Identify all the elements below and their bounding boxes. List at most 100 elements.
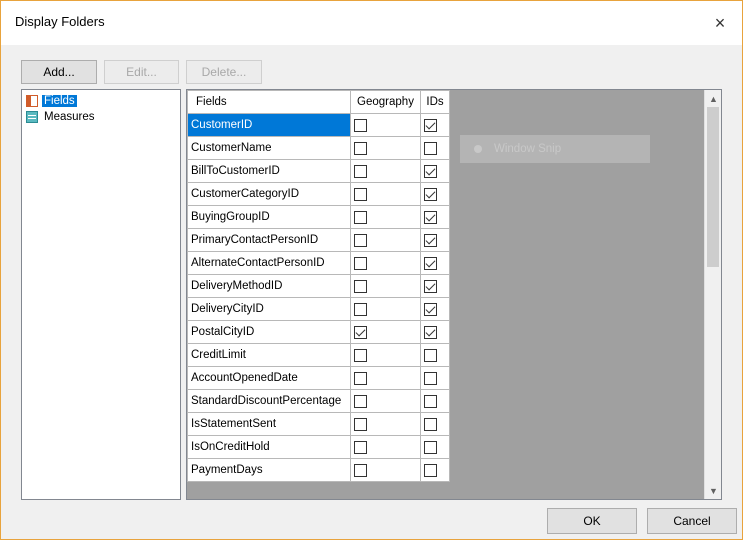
column-header-ids[interactable]: IDs <box>420 90 450 114</box>
field-name-cell[interactable]: CreditLimit <box>187 343 351 367</box>
table-row[interactable]: IsOnCreditHold <box>187 435 450 459</box>
field-name-cell[interactable]: DeliveryCityID <box>187 297 351 321</box>
field-name-cell[interactable]: AlternateContactPersonID <box>187 251 351 275</box>
table-row[interactable]: PaymentDays <box>187 458 450 482</box>
add-button[interactable]: Add... <box>21 60 97 84</box>
geography-checkbox[interactable] <box>354 141 367 155</box>
geography-checkbox[interactable] <box>354 233 367 247</box>
geography-checkbox[interactable] <box>354 417 367 431</box>
ok-button[interactable]: OK <box>547 508 637 534</box>
ids-checkbox[interactable] <box>424 233 437 247</box>
field-name-cell[interactable]: IsStatementSent <box>187 412 351 436</box>
measures-icon <box>26 111 38 123</box>
table-row[interactable]: DeliveryCityID <box>187 297 450 321</box>
field-name-cell[interactable]: PostalCityID <box>187 320 351 344</box>
field-name-cell[interactable]: StandardDiscountPercentage <box>187 389 351 413</box>
geography-cell <box>350 458 421 482</box>
ids-checkbox[interactable] <box>424 325 437 339</box>
ids-checkbox[interactable] <box>424 348 437 362</box>
table-row[interactable]: CustomerName <box>187 136 450 160</box>
field-name-cell[interactable]: PrimaryContactPersonID <box>187 228 351 252</box>
ids-checkbox[interactable] <box>424 394 437 408</box>
ids-cell <box>420 412 450 436</box>
vertical-scrollbar[interactable]: ▲ ▼ <box>704 90 721 499</box>
geography-cell <box>350 113 421 137</box>
geography-cell <box>350 274 421 298</box>
ids-cell <box>420 297 450 321</box>
field-name-cell[interactable]: CustomerName <box>187 136 351 160</box>
table-row[interactable]: AlternateContactPersonID <box>187 251 450 275</box>
folder-tree[interactable]: Fields Measures <box>21 89 181 500</box>
close-icon[interactable]: × <box>698 1 742 45</box>
table-row[interactable]: PostalCityID <box>187 320 450 344</box>
geography-checkbox[interactable] <box>354 279 367 293</box>
ids-checkbox[interactable] <box>424 164 437 178</box>
tree-item-label: Measures <box>44 111 95 123</box>
table-row[interactable]: AccountOpenedDate <box>187 366 450 390</box>
tree-item-measures[interactable]: Measures <box>26 109 97 125</box>
field-name-cell[interactable]: BuyingGroupID <box>187 205 351 229</box>
table-row[interactable]: BillToCustomerID <box>187 159 450 183</box>
ids-checkbox[interactable] <box>424 187 437 201</box>
ids-cell <box>420 458 450 482</box>
field-name-cell[interactable]: IsOnCreditHold <box>187 435 351 459</box>
ids-checkbox[interactable] <box>424 256 437 270</box>
title-bar: Display Folders × <box>1 1 742 45</box>
table-row[interactable]: BuyingGroupID <box>187 205 450 229</box>
snip-dot-icon <box>474 145 482 153</box>
geography-checkbox[interactable] <box>354 302 367 316</box>
ids-checkbox[interactable] <box>424 118 437 132</box>
geography-checkbox[interactable] <box>354 371 367 385</box>
ids-checkbox[interactable] <box>424 141 437 155</box>
field-name-cell[interactable]: BillToCustomerID <box>187 159 351 183</box>
geography-cell <box>350 412 421 436</box>
column-header-fields[interactable]: Fields <box>187 90 351 114</box>
ids-checkbox[interactable] <box>424 210 437 224</box>
ids-checkbox[interactable] <box>424 279 437 293</box>
table-row[interactable]: PrimaryContactPersonID <box>187 228 450 252</box>
geography-checkbox[interactable] <box>354 187 367 201</box>
ids-cell <box>420 343 450 367</box>
scroll-down-icon[interactable]: ▼ <box>705 482 721 499</box>
field-name-cell[interactable]: DeliveryMethodID <box>187 274 351 298</box>
table-row[interactable]: CreditLimit <box>187 343 450 367</box>
geography-checkbox[interactable] <box>354 394 367 408</box>
geography-checkbox[interactable] <box>354 325 367 339</box>
ids-cell <box>420 182 450 206</box>
geography-checkbox[interactable] <box>354 118 367 132</box>
ids-checkbox[interactable] <box>424 371 437 385</box>
field-name-cell[interactable]: CustomerCategoryID <box>187 182 351 206</box>
ids-checkbox[interactable] <box>424 417 437 431</box>
scroll-up-icon[interactable]: ▲ <box>705 90 721 107</box>
dialog-title: Display Folders <box>15 14 105 29</box>
table-row[interactable]: CustomerCategoryID <box>187 182 450 206</box>
ids-checkbox[interactable] <box>424 302 437 316</box>
geography-checkbox[interactable] <box>354 348 367 362</box>
tree-item-fields[interactable]: Fields <box>26 93 77 109</box>
column-header-geography[interactable]: Geography <box>350 90 421 114</box>
field-name-cell[interactable]: CustomerID <box>187 113 351 137</box>
ids-cell <box>420 435 450 459</box>
geography-checkbox[interactable] <box>354 440 367 454</box>
geography-checkbox[interactable] <box>354 256 367 270</box>
geography-cell <box>350 366 421 390</box>
ids-cell <box>420 159 450 183</box>
cancel-button[interactable]: Cancel <box>647 508 737 534</box>
ids-cell <box>420 274 450 298</box>
table-row[interactable]: StandardDiscountPercentage <box>187 389 450 413</box>
ids-checkbox[interactable] <box>424 440 437 454</box>
field-name-cell[interactable]: AccountOpenedDate <box>187 366 351 390</box>
table-row[interactable]: DeliveryMethodID <box>187 274 450 298</box>
ids-checkbox[interactable] <box>424 463 437 477</box>
geography-cell <box>350 159 421 183</box>
field-name-cell[interactable]: PaymentDays <box>187 458 351 482</box>
delete-button[interactable]: Delete... <box>186 60 262 84</box>
scrollbar-thumb[interactable] <box>707 107 719 267</box>
table-row[interactable]: IsStatementSent <box>187 412 450 436</box>
geography-checkbox[interactable] <box>354 164 367 178</box>
table-row[interactable]: CustomerID <box>187 113 450 137</box>
edit-button[interactable]: Edit... <box>104 60 179 84</box>
geography-checkbox[interactable] <box>354 210 367 224</box>
geography-checkbox[interactable] <box>354 463 367 477</box>
fields-grid[interactable]: Fields Geography IDs CustomerID CustomerN… <box>186 89 722 500</box>
